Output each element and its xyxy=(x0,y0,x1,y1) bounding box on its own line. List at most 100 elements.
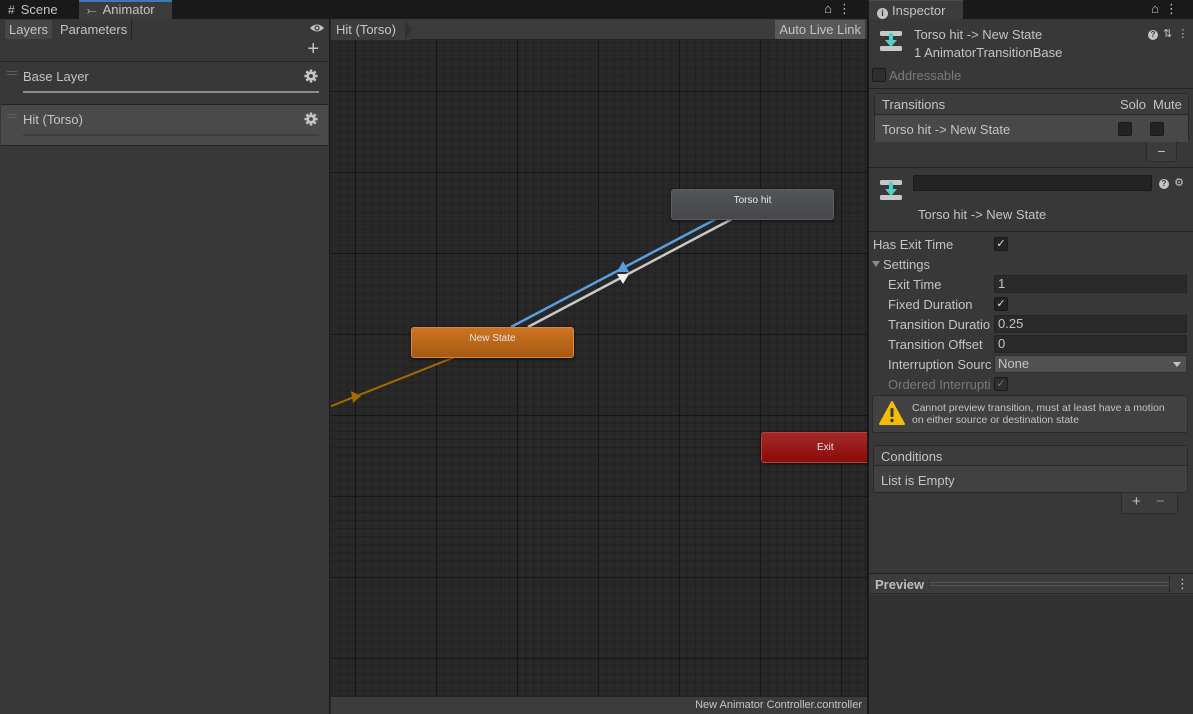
kebab-menu-icon[interactable]: ⋮ xyxy=(1169,576,1189,592)
layers-parameters-tabs: Layers Parameters xyxy=(0,19,329,39)
gear-icon[interactable]: ⚙ xyxy=(1174,177,1184,189)
interruption-source-value: None xyxy=(998,356,1030,371)
header-icons: ? ⇅ ⋮ xyxy=(1148,27,1188,40)
layer-weight-slider[interactable] xyxy=(23,134,319,136)
warning-icon xyxy=(879,401,905,425)
has-exit-time-checkbox[interactable]: ✓ xyxy=(994,237,1008,251)
mute-header-label: Mute xyxy=(1153,97,1182,112)
inspector-subtitle: 1 AnimatorTransitionBase xyxy=(914,45,1063,60)
foldout-arrow-icon[interactable] xyxy=(872,261,880,267)
conditions-empty-text: List is Empty xyxy=(881,473,955,488)
fixed-duration-checkbox[interactable]: ✓ xyxy=(994,297,1008,311)
breadcrumb-item[interactable]: Hit (Torso) xyxy=(331,19,410,40)
inspector-window: i Inspector ⌂⋮ Torso hit -> New State 1 A… xyxy=(868,0,1193,714)
warning-text: Cannot preview transition, must at least… xyxy=(912,402,1165,426)
add-condition-button[interactable]: + xyxy=(1132,493,1141,510)
state-node-torso-hit[interactable]: Torso hit xyxy=(671,189,834,220)
interruption-source-row: Interruption Sourc None xyxy=(869,354,1193,374)
conditions-header-label: Conditions xyxy=(881,449,943,464)
ordered-interruption-checkbox[interactable]: ✓ xyxy=(994,377,1008,391)
divider xyxy=(869,231,1193,232)
tab-layers[interactable]: Layers xyxy=(5,20,53,39)
preview-header[interactable]: Preview ⋮ xyxy=(869,573,1193,594)
layer-item-hit-torso[interactable]: Hit (Torso) xyxy=(1,104,328,146)
addressable-checkbox[interactable] xyxy=(872,68,886,82)
inspector-title: Torso hit -> New State xyxy=(914,27,1043,42)
breadcrumb-bar: Hit (Torso) Auto Live Link xyxy=(331,19,867,40)
exit-node-label: Exit xyxy=(817,442,834,453)
eye-icon[interactable] xyxy=(309,22,325,34)
exit-time-input[interactable]: 1 xyxy=(994,275,1187,293)
remove-transition-button[interactable]: − xyxy=(1146,142,1177,162)
preview-warning-box: Cannot preview transition, must at least… xyxy=(872,395,1188,433)
chevron-down-icon xyxy=(1173,362,1181,367)
preview-area xyxy=(869,595,1193,714)
transition-name-input[interactable] xyxy=(913,175,1152,191)
drag-handle-icon[interactable] xyxy=(7,71,17,75)
controller-filename: New Animator Controller.controller xyxy=(695,699,862,711)
animator-fork-icon: ⤚ xyxy=(87,3,97,17)
add-layer-button[interactable]: + xyxy=(307,39,319,59)
interruption-source-label: Interruption Sourc xyxy=(888,357,992,372)
conditions-header: Conditions xyxy=(874,446,1187,466)
conditions-add-remove: + − xyxy=(1121,493,1178,514)
inspector-window-controls: ⌂⋮ xyxy=(1151,1,1184,17)
drag-handle-icon[interactable] xyxy=(7,114,17,118)
state-node-new-state[interactable]: New State xyxy=(411,327,574,358)
solo-header-label: Solo xyxy=(1120,97,1147,112)
ordered-interruption-row: Ordered Interrupti ✓ xyxy=(869,374,1193,394)
transition-duration-row: Transition Duratio 0.25 xyxy=(869,314,1193,334)
window-controls: ⌂⋮ xyxy=(824,1,857,17)
tab-parameters[interactable]: Parameters xyxy=(56,20,133,39)
transition-offset-input[interactable]: 0 xyxy=(994,335,1187,353)
ordered-interruption-label: Ordered Interrupti xyxy=(888,377,991,392)
transition-torso-hit-to-new-state[interactable] xyxy=(510,217,717,329)
help-icon[interactable]: ? xyxy=(1159,179,1169,189)
tab-inspector[interactable]: i Inspector xyxy=(869,0,963,19)
window-tab-bar: # Scene ⤚ Animator ⌂⋮ xyxy=(0,0,867,19)
animator-window: # Scene ⤚ Animator ⌂⋮ Layers Parameters + … xyxy=(0,0,867,714)
help-icon[interactable]: ? xyxy=(1148,30,1158,40)
solo-checkbox[interactable] xyxy=(1118,122,1132,136)
layer-name: Hit (Torso) xyxy=(23,112,83,127)
transition-entry-to-new-state[interactable] xyxy=(331,352,466,408)
transition-duration-label: Transition Duratio xyxy=(888,317,991,332)
settings-foldout[interactable]: Settings xyxy=(869,254,1193,274)
interruption-source-dropdown[interactable]: None xyxy=(994,355,1187,373)
transitions-layer xyxy=(331,217,733,408)
kebab-menu-icon[interactable]: ⋮ xyxy=(838,1,857,16)
layer-item-base-layer[interactable]: Base Layer xyxy=(1,61,328,103)
tab-animator[interactable]: ⤚ Animator xyxy=(79,0,172,19)
state-node-exit[interactable]: Exit xyxy=(761,432,867,463)
kebab-menu-icon[interactable]: ⋮ xyxy=(1165,1,1184,16)
fixed-duration-label: Fixed Duration xyxy=(888,297,973,312)
transition-icon xyxy=(880,180,902,200)
presets-icon[interactable]: ⇅ xyxy=(1163,28,1172,40)
layer-name: Base Layer xyxy=(23,69,89,84)
breadcrumb-separator xyxy=(405,19,412,40)
layers-panel: Layers Parameters + Base Layer Hit (Tors… xyxy=(0,19,330,714)
lock-icon[interactable]: ⌂ xyxy=(824,1,838,16)
layer-weight-slider[interactable] xyxy=(23,91,319,93)
gear-icon[interactable] xyxy=(304,112,318,126)
preview-drag-handle[interactable] xyxy=(930,582,1171,586)
transition-list-item[interactable]: Torso hit -> New State xyxy=(875,116,1188,142)
transition-title: Torso hit -> New State xyxy=(918,207,1047,222)
divider xyxy=(869,88,1193,89)
transitions-list: Transitions Solo Mute Torso hit -> New S… xyxy=(874,93,1189,142)
has-exit-time-label: Has Exit Time xyxy=(873,237,954,252)
status-bar: New Animator Controller.controller xyxy=(331,696,867,714)
transitions-list-header: Transitions Solo Mute xyxy=(875,94,1188,115)
gear-icon[interactable] xyxy=(304,69,318,83)
remove-condition-button[interactable]: − xyxy=(1156,493,1165,510)
kebab-menu-icon[interactable]: ⋮ xyxy=(1177,28,1188,40)
transition-new-state-to-torso-hit[interactable] xyxy=(527,217,733,329)
transition-duration-input[interactable]: 0.25 xyxy=(994,315,1187,333)
state-machine-graph[interactable]: Hit (Torso) Auto Live Link Torso hit New… xyxy=(331,19,867,714)
lock-icon[interactable]: ⌂ xyxy=(1151,1,1165,16)
tab-scene[interactable]: # Scene xyxy=(0,0,66,19)
transition-arrow-icon xyxy=(351,391,361,403)
settings-label: Settings xyxy=(883,257,930,272)
mute-checkbox[interactable] xyxy=(1150,122,1164,136)
auto-live-link-button[interactable]: Auto Live Link xyxy=(775,20,865,39)
